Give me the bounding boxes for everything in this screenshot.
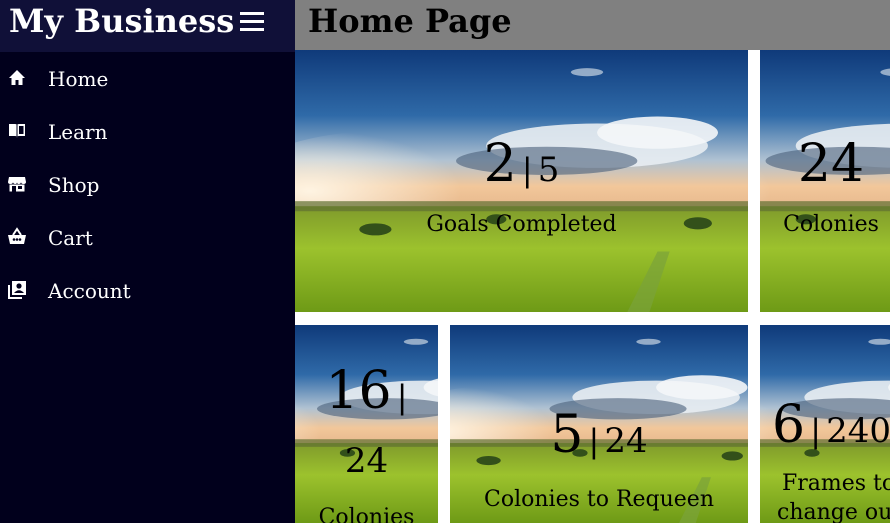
hamburger-menu-icon[interactable] xyxy=(240,12,264,32)
app-title: My Business xyxy=(9,2,235,40)
card-label: Goals Completed xyxy=(426,212,617,237)
top-header: Home Page xyxy=(295,0,890,50)
stat-separator: | xyxy=(810,412,821,450)
card-label: Colonies xyxy=(783,212,879,237)
sidebar-item-cart[interactable]: Cart xyxy=(0,212,295,265)
colonies-ratio-stat: 16 | xyxy=(295,361,438,421)
stat-separator: | xyxy=(521,151,533,189)
stat-separator: | xyxy=(588,422,600,460)
goals-stat: 2 | 5 xyxy=(295,134,748,194)
stat-value: 2 xyxy=(483,134,517,194)
book-icon xyxy=(7,121,27,141)
home-icon xyxy=(7,68,27,88)
stat-total: 240 xyxy=(826,411,890,451)
goals-completed-card[interactable]: 2 | 5 Goals Completed xyxy=(295,50,748,312)
landscape-image xyxy=(295,325,438,523)
card-label: Colonies to Requeen xyxy=(484,487,714,512)
stat-total: 24 xyxy=(604,421,648,461)
requeen-card[interactable]: 5 | 24 Colonies to Requeen xyxy=(450,325,748,523)
stat-total: 24 xyxy=(344,441,389,481)
sidebar-nav: Home Learn Shop Cart Account xyxy=(0,53,295,318)
sidebar-item-label: Learn xyxy=(48,120,108,144)
frames-card[interactable]: 6 | 240 Frames to change out xyxy=(760,325,890,523)
stat-value: 6 xyxy=(772,395,806,455)
requeen-stat: 5 | 24 xyxy=(450,405,748,465)
stat-value: 5 xyxy=(550,405,584,465)
stat-total-line: 24 xyxy=(295,441,438,481)
store-icon xyxy=(7,174,27,194)
sidebar-item-account[interactable]: Account xyxy=(0,265,295,318)
stat-value: 16 xyxy=(325,361,392,421)
card-label-line-2: change out xyxy=(777,500,890,523)
sidebar-item-label: Home xyxy=(48,67,109,91)
sidebar-item-label: Account xyxy=(48,279,131,303)
sidebar: My Business Home Learn Shop Cart Account xyxy=(0,0,295,523)
frames-stat: 6 | 240 xyxy=(772,395,890,455)
colonies-ratio-card[interactable]: 16 | 24 Colonies xyxy=(295,325,438,523)
sidebar-item-shop[interactable]: Shop xyxy=(0,159,295,212)
stat-value: 24 xyxy=(797,134,865,194)
card-label: Colonies xyxy=(318,505,415,523)
card-label-line-1: Frames to xyxy=(782,471,890,496)
stat-separator: | xyxy=(396,378,408,416)
sidebar-item-label: Cart xyxy=(48,226,93,250)
stat-total: 5 xyxy=(537,150,560,190)
account-icon xyxy=(7,280,27,300)
sidebar-item-label: Shop xyxy=(48,173,100,197)
sidebar-item-home[interactable]: Home xyxy=(0,53,295,106)
colonies-stat: 24 xyxy=(760,134,890,194)
basket-icon xyxy=(7,227,27,247)
page-title: Home Page xyxy=(308,2,512,40)
brand-bar: My Business xyxy=(0,0,295,52)
colonies-card[interactable]: 24 Colonies xyxy=(760,50,890,312)
sidebar-item-learn[interactable]: Learn xyxy=(0,106,295,159)
